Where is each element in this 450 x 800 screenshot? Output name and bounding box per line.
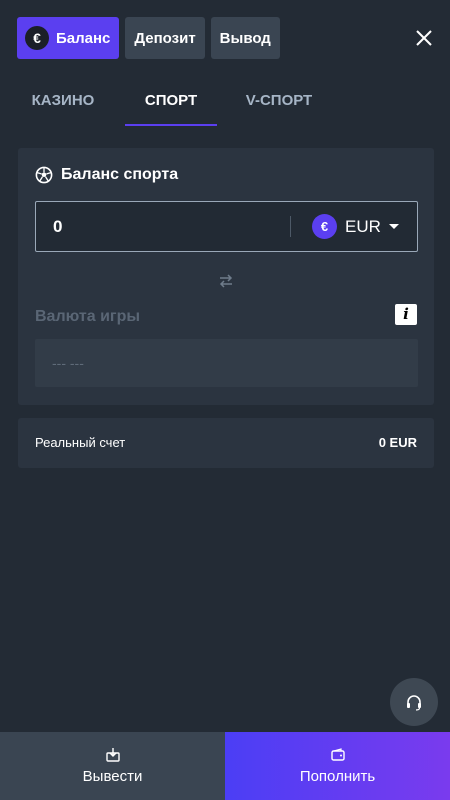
swap-icon[interactable] (218, 273, 234, 289)
caret-down-icon (388, 224, 399, 229)
info-icon[interactable]: i (395, 304, 417, 325)
deposit-button[interactable]: Пополнить (225, 732, 450, 800)
currency-select[interactable]: € EUR (312, 214, 399, 239)
tab-v-sport[interactable]: V-СПОРТ (233, 84, 325, 126)
game-currency-label: Валюта игры (35, 308, 140, 325)
withdraw-button[interactable]: Вывести (0, 732, 225, 800)
amount-input[interactable]: 0 € EUR (35, 201, 418, 252)
sport-balance-card: Баланс спорта 0 € EUR Валюта игры i --- … (18, 148, 434, 405)
amount-value: 0 (53, 217, 63, 236)
active-tab-underline (125, 124, 217, 126)
game-currency-select[interactable]: --- --- (35, 339, 418, 387)
euro-coin-icon: € (25, 26, 49, 50)
withdraw-label: Вывести (82, 768, 143, 785)
tab-balance-label: Баланс (56, 29, 111, 47)
game-currency-value: --- --- (52, 355, 84, 371)
tab-balance[interactable]: € Баланс (17, 17, 120, 59)
currency-code: EUR (345, 216, 381, 236)
withdraw-icon (105, 748, 120, 762)
close-icon[interactable] (415, 29, 433, 47)
wallet-icon (330, 748, 345, 761)
tab-casino-label: КАЗИНО (31, 92, 95, 109)
tab-v-sport-label: V-СПОРТ (245, 92, 313, 109)
sport-balance-title-text: Баланс спорта (61, 166, 179, 183)
tab-withdraw[interactable]: Вывод (210, 17, 280, 59)
real-account-value: 0 EUR (378, 435, 417, 450)
tab-deposit[interactable]: Депозит (125, 17, 205, 59)
deposit-label: Пополнить (299, 768, 376, 785)
header: € Баланс Депозит Вывод (17, 17, 450, 59)
amount-divider (290, 216, 291, 237)
soccer-ball-icon (35, 166, 53, 184)
tab-withdraw-label: Вывод (219, 29, 271, 47)
tab-sport[interactable]: СПОРТ (125, 84, 217, 126)
real-account-card: Реальный счет 0 EUR (18, 418, 434, 468)
tab-sport-label: СПОРТ (144, 92, 198, 109)
tab-deposit-label: Депозит (134, 29, 196, 47)
sport-balance-title: Баланс спорта (35, 166, 178, 184)
real-account-label: Реальный счет (35, 435, 126, 450)
sub-tabs: КАЗИНО СПОРТ V-СПОРТ (0, 84, 450, 126)
tab-casino[interactable]: КАЗИНО (17, 84, 109, 126)
bottom-bar: Вывести Пополнить (0, 732, 450, 800)
euro-coin-icon: € (312, 214, 337, 239)
headset-icon (407, 695, 421, 711)
support-button[interactable] (390, 678, 438, 726)
